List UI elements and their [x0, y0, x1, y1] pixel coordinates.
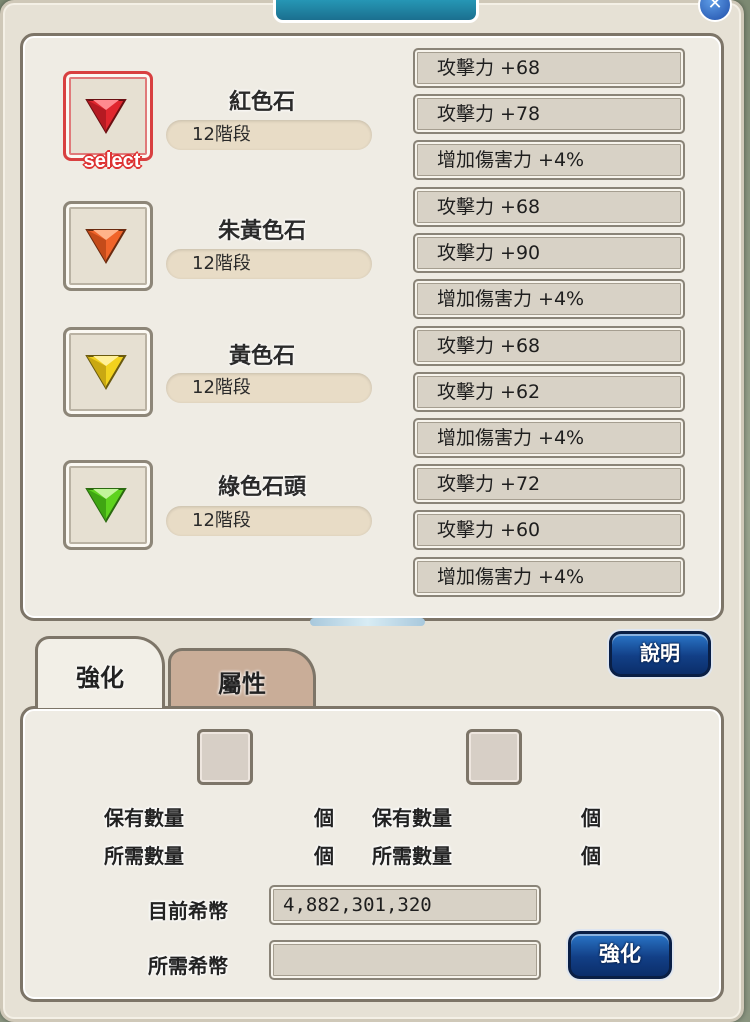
required-currency-field — [269, 940, 541, 980]
stat-green-1: 攻擊力 +72 — [413, 464, 685, 504]
gem-slot-red[interactable] — [63, 71, 153, 161]
owned-qty-label-right: 保有數量 — [372, 806, 452, 830]
help-button[interactable]: 說明 — [609, 631, 711, 677]
required-currency-label: 所需希幣 — [148, 954, 228, 978]
yellow-gem-icon — [85, 355, 127, 390]
stat-orange-3: 增加傷害力 +4% — [413, 279, 685, 319]
gem-name-green: 綠色石頭 — [217, 475, 306, 500]
window-title-banner — [273, 0, 479, 23]
strengthen-button[interactable]: 強化 — [568, 931, 672, 979]
gem-slot-yellow[interactable] — [63, 327, 153, 417]
tab-strengthen[interactable]: 強化 — [35, 636, 165, 708]
required-qty-unit-right: 個 — [581, 844, 601, 868]
gem-slot-orange[interactable] — [63, 201, 153, 291]
required-qty-label-right: 所需數量 — [372, 844, 452, 868]
panel-divider — [310, 618, 425, 626]
gem-name-orange: 朱黃色石 — [217, 219, 306, 244]
current-currency-field: 4,882,301,320 — [269, 885, 541, 925]
stat-yellow-2: 攻擊力 +62 — [413, 372, 685, 412]
stat-red-1: 攻擊力 +68 — [413, 48, 685, 88]
owned-qty-unit-left: 個 — [314, 806, 334, 830]
gem-level-yellow: 12階段 — [166, 373, 372, 403]
material-slot-right[interactable] — [466, 729, 522, 785]
stat-red-3: 增加傷害力 +4% — [413, 140, 685, 180]
orange-gem-icon — [85, 229, 127, 264]
stat-green-3: 增加傷害力 +4% — [413, 557, 685, 597]
stat-green-2: 攻擊力 +60 — [413, 510, 685, 550]
select-indicator: select — [83, 150, 141, 172]
stat-yellow-1: 攻擊力 +68 — [413, 326, 685, 366]
gem-slot-green[interactable] — [63, 460, 153, 550]
gem-name-red: 紅色石 — [228, 90, 295, 115]
material-slot-left[interactable] — [197, 729, 253, 785]
owned-qty-unit-right: 個 — [581, 806, 601, 830]
stat-yellow-3: 增加傷害力 +4% — [413, 418, 685, 458]
required-qty-label-left: 所需數量 — [104, 844, 184, 868]
green-gem-icon — [85, 488, 127, 523]
gem-level-orange: 12階段 — [166, 249, 372, 279]
gem-level-red: 12階段 — [166, 120, 372, 150]
stat-orange-2: 攻擊力 +90 — [413, 233, 685, 273]
red-gem-icon — [85, 99, 127, 134]
current-currency-label: 目前希幣 — [148, 899, 228, 923]
stat-red-2: 攻擊力 +78 — [413, 94, 685, 134]
stat-orange-1: 攻擊力 +68 — [413, 187, 685, 227]
required-qty-unit-left: 個 — [314, 844, 334, 868]
gem-name-yellow: 黃色石 — [228, 344, 295, 369]
gem-level-green: 12階段 — [166, 506, 372, 536]
owned-qty-label-left: 保有數量 — [104, 806, 184, 830]
